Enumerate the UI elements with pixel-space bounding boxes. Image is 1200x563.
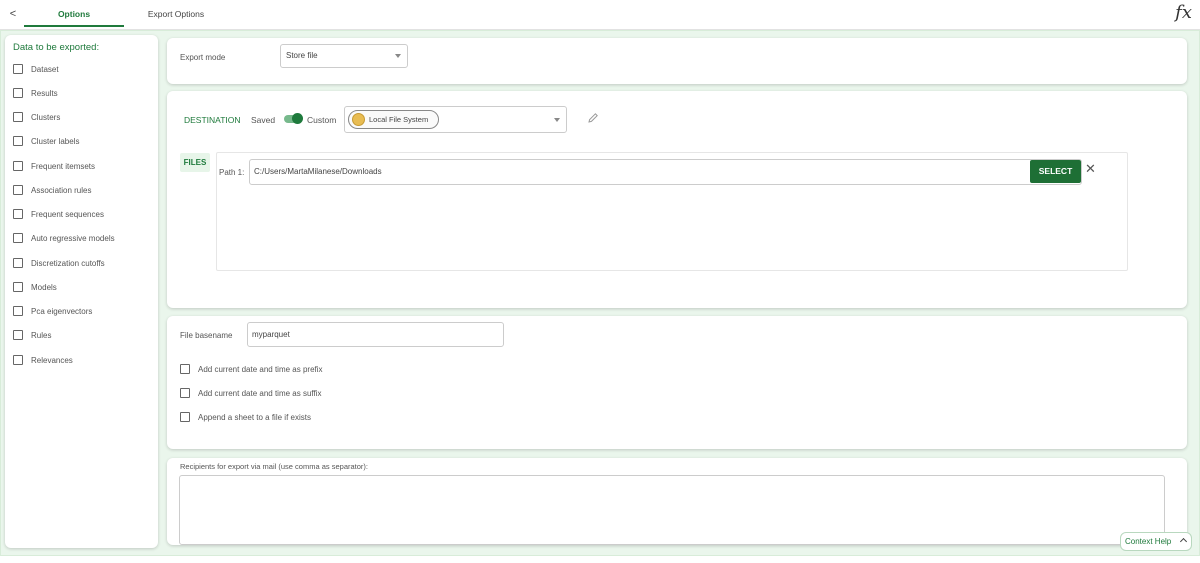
back-button[interactable]: < <box>6 6 20 22</box>
checkbox-row-rules[interactable]: Rules <box>13 328 51 342</box>
recipients-panel: Recipients for export via mail (use comm… <box>167 458 1187 545</box>
checkbox-label: Discretization cutoffs <box>31 258 105 268</box>
storage-select[interactable]: Local File System <box>344 106 567 133</box>
file-basename-value: myparquet <box>252 330 290 339</box>
files-box: Path 1: C:/Users/MartaMilanese/Downloads… <box>216 152 1128 271</box>
export-mode-value: Store file <box>286 51 318 60</box>
chevron-down-icon <box>554 117 560 122</box>
checkbox-row-dataset[interactable]: Dataset <box>13 62 59 76</box>
chevron-up-icon <box>1179 537 1188 546</box>
file-basename-input[interactable]: myparquet <box>247 322 504 347</box>
context-help-label: Context Help <box>1125 537 1172 546</box>
recipients-input[interactable] <box>179 475 1165 545</box>
checkbox-label: Auto regressive models <box>31 233 115 243</box>
checkbox[interactable] <box>180 364 190 374</box>
checkbox[interactable] <box>180 412 190 422</box>
destination-title: DESTINATION <box>184 115 241 125</box>
checkbox[interactable] <box>13 112 23 122</box>
fx-icon[interactable]: fx <box>1175 2 1192 23</box>
files-label: FILES <box>180 153 210 172</box>
file-basename-panel: File basename myparquet Add current date… <box>167 316 1187 449</box>
checkbox[interactable] <box>13 330 23 340</box>
checkbox-row-auto-regressive-models[interactable]: Auto regressive models <box>13 231 115 245</box>
path-label: Path 1: <box>219 168 245 177</box>
saved-custom-toggle[interactable] <box>284 113 303 124</box>
checkbox-row-results[interactable]: Results <box>13 86 58 100</box>
checkbox-row-frequent-sequences[interactable]: Frequent sequences <box>13 207 104 221</box>
checkbox-row-pca-eigenvectors[interactable]: Pca eigenvectors <box>13 304 92 318</box>
path-value: C:/Users/MartaMilanese/Downloads <box>254 167 382 176</box>
checkbox-label: Results <box>31 88 58 98</box>
top-bar: < Options Export Options fx <box>0 0 1200 30</box>
checkbox[interactable] <box>13 88 23 98</box>
recipients-label: Recipients for export via mail (use comm… <box>180 462 368 471</box>
path-input[interactable]: C:/Users/MartaMilanese/Downloads <box>249 159 1082 185</box>
checkbox[interactable] <box>13 136 23 146</box>
checkbox[interactable] <box>13 233 23 243</box>
checkbox-label: Frequent sequences <box>31 209 104 219</box>
export-mode-label: Export mode <box>180 53 226 62</box>
export-mode-select[interactable]: Store file <box>280 44 408 68</box>
checkbox-row-date-prefix[interactable]: Add current date and time as prefix <box>180 362 323 376</box>
checkbox-label: Models <box>31 282 57 292</box>
checkbox-label: Add current date and time as prefix <box>198 364 323 374</box>
checkbox-label: Add current date and time as suffix <box>198 388 322 398</box>
checkbox[interactable] <box>13 258 23 268</box>
close-icon[interactable]: ✕ <box>1085 161 1096 177</box>
checkbox-row-date-suffix[interactable]: Add current date and time as suffix <box>180 386 321 400</box>
checkbox[interactable] <box>13 282 23 292</box>
checkbox-label: Association rules <box>31 185 92 195</box>
checkbox-row-cluster-labels[interactable]: Cluster labels <box>13 134 79 148</box>
saved-label: Saved <box>251 115 276 125</box>
checkbox-label: Frequent itemsets <box>31 161 96 171</box>
content-area: Data to be exported: Dataset Results Clu… <box>0 30 1200 556</box>
pencil-icon[interactable] <box>586 111 600 125</box>
checkbox-label: Rules <box>31 330 52 340</box>
tab-options[interactable]: Options <box>24 0 124 28</box>
checkbox-label: Append a sheet to a file if exists <box>198 412 311 422</box>
checkbox-row-relevances[interactable]: Relevances <box>13 353 73 367</box>
file-basename-label: File basename <box>180 331 233 340</box>
custom-label: Custom <box>307 115 337 125</box>
checkbox-row-association-rules[interactable]: Association rules <box>13 183 91 197</box>
checkbox-row-discretization-cutoffs[interactable]: Discretization cutoffs <box>13 256 105 270</box>
destination-panel: DESTINATION Saved Custom Local File Syst… <box>167 91 1187 308</box>
checkbox[interactable] <box>180 388 190 398</box>
storage-chip: Local File System <box>348 110 439 129</box>
export-mode-panel: Export mode Store file <box>167 38 1187 84</box>
toggle-knob <box>292 113 303 124</box>
checkbox[interactable] <box>13 355 23 365</box>
data-to-export-title: Data to be exported: <box>13 42 100 53</box>
select-button[interactable]: SELECT <box>1030 160 1081 183</box>
context-help-button[interactable]: Context Help <box>1120 532 1192 551</box>
checkbox-label: Pca eigenvectors <box>31 306 93 316</box>
checkbox-label: Cluster labels <box>31 136 80 146</box>
checkbox[interactable] <box>13 209 23 219</box>
tab-export-options[interactable]: Export Options <box>140 0 212 28</box>
checkbox[interactable] <box>13 185 23 195</box>
checkbox[interactable] <box>13 161 23 171</box>
checkbox-row-append-sheet[interactable]: Append a sheet to a file if exists <box>180 410 311 424</box>
storage-value: Local File System <box>369 115 429 124</box>
chevron-down-icon <box>395 54 401 58</box>
checkbox-row-frequent-itemsets[interactable]: Frequent itemsets <box>13 159 95 173</box>
checkbox-label: Dataset <box>31 64 59 74</box>
checkbox[interactable] <box>13 306 23 316</box>
checkbox-row-models[interactable]: Models <box>13 280 57 294</box>
checkbox-label: Relevances <box>31 355 73 365</box>
checkbox[interactable] <box>13 64 23 74</box>
checkbox-label: Clusters <box>31 112 61 122</box>
data-to-export-panel: Data to be exported: Dataset Results Clu… <box>5 35 158 548</box>
folder-icon <box>352 113 365 126</box>
checkbox-row-clusters[interactable]: Clusters <box>13 110 60 124</box>
